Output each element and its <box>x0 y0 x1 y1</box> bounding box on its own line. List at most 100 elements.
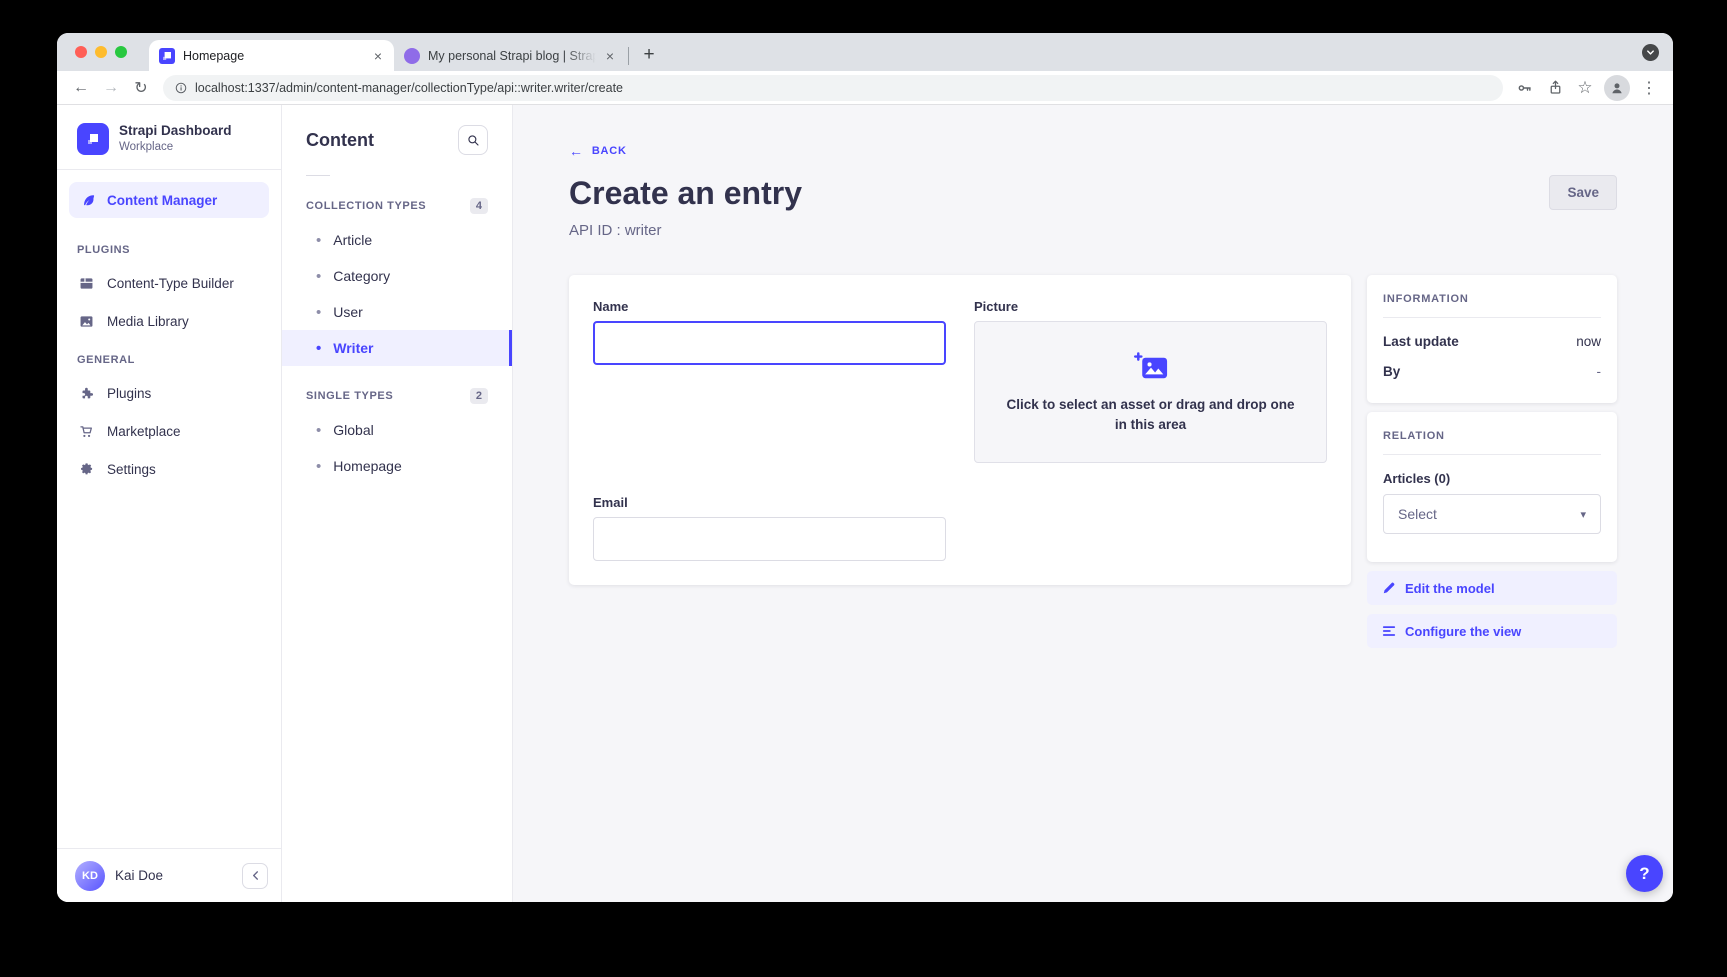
search-button[interactable] <box>458 125 488 155</box>
name-input[interactable] <box>593 321 946 365</box>
back-arrow-icon: ← <box>569 143 584 159</box>
chevron-left-icon <box>251 870 260 881</box>
group-label: COLLECTION TYPES <box>306 200 426 212</box>
browser-reload-button[interactable]: ↻ <box>127 74 155 102</box>
bullet-icon: • <box>316 458 321 475</box>
information-panel: INFORMATION Last update now By - <box>1367 275 1617 403</box>
window-controls <box>75 46 127 58</box>
help-button[interactable]: ? <box>1626 855 1663 892</box>
nav-item-homepage[interactable]: • Homepage <box>282 448 512 484</box>
row-value: - <box>1597 364 1602 379</box>
divider <box>57 169 281 170</box>
right-panel: INFORMATION Last update now By - RELATIO… <box>1367 275 1617 648</box>
content-nav-title: Content <box>306 130 374 151</box>
configure-lines-icon <box>1382 624 1396 638</box>
strapi-logo-icon[interactable] <box>77 123 109 155</box>
count-badge: 4 <box>470 198 488 214</box>
chevron-down-icon <box>1646 48 1655 57</box>
bullet-icon: • <box>316 422 321 439</box>
browser-profile-avatar[interactable] <box>1604 75 1630 101</box>
last-update-row: Last update now <box>1383 334 1601 349</box>
configure-view-button[interactable]: Configure the view <box>1367 614 1617 648</box>
collection-types-header: COLLECTION TYPES 4 <box>282 186 512 222</box>
bookmark-star-icon[interactable]: ☆ <box>1571 74 1599 102</box>
search-icon <box>466 133 481 148</box>
share-icon[interactable] <box>1541 74 1569 102</box>
nav-item-article[interactable]: • Article <box>282 222 512 258</box>
tab-title: My personal Strapi blog | Strap <box>428 49 596 63</box>
select-placeholder: Select <box>1398 506 1437 522</box>
close-tab-icon[interactable]: × <box>604 48 616 64</box>
tab-blog[interactable]: My personal Strapi blog | Strap × <box>394 40 626 71</box>
strapi-favicon-icon <box>159 48 175 64</box>
nav-item-label: User <box>333 304 363 320</box>
nav-item-user[interactable]: • User <box>282 294 512 330</box>
relation-title: RELATION <box>1383 430 1601 442</box>
sidebar-item-settings[interactable]: Settings <box>57 450 281 488</box>
edit-model-button[interactable]: Edit the model <box>1367 571 1617 605</box>
page-info-icon[interactable] <box>174 81 188 95</box>
divider <box>1383 317 1601 318</box>
minimize-window-button[interactable] <box>95 46 107 58</box>
strapi-admin: Strapi Dashboard Workplace Content Manag… <box>57 105 1673 902</box>
browser-menu-icon[interactable]: ⋮ <box>1635 74 1663 102</box>
back-label: BACK <box>592 145 627 157</box>
back-link[interactable]: ← BACK <box>569 143 627 159</box>
edit-model-label: Edit the model <box>1405 581 1495 596</box>
articles-select[interactable]: Select ▾ <box>1383 494 1601 534</box>
sidebar-item-media-library[interactable]: Media Library <box>57 302 281 340</box>
close-tab-icon[interactable]: × <box>372 48 384 64</box>
picture-dropzone[interactable]: Click to select an asset or drag and dro… <box>974 321 1327 463</box>
nav-item-global[interactable]: • Global <box>282 412 512 448</box>
puzzle-icon <box>77 384 95 402</box>
browser-forward-button[interactable]: → <box>97 74 125 102</box>
tab-homepage[interactable]: Homepage × <box>149 40 394 71</box>
name-field: Name <box>593 299 946 463</box>
sidebar-item-label: Plugins <box>107 386 151 401</box>
caret-down-icon: ▾ <box>1580 508 1586 521</box>
row-value: now <box>1576 334 1601 349</box>
bullet-icon: • <box>316 232 321 249</box>
api-id-subtitle: API ID : writer <box>569 222 802 239</box>
nav-item-label: Category <box>333 268 390 284</box>
tab-search-button[interactable] <box>1642 44 1659 61</box>
sidebar-item-content-manager[interactable]: Content Manager <box>69 182 269 218</box>
nav-item-writer[interactable]: • Writer <box>282 330 512 366</box>
relation-panel: RELATION Articles (0) Select ▾ <box>1367 412 1617 562</box>
bullet-icon: • <box>316 340 321 357</box>
email-input[interactable] <box>593 517 946 561</box>
password-key-icon[interactable] <box>1511 74 1539 102</box>
nav-item-label: Article <box>333 232 372 248</box>
user-name: Kai Doe <box>115 868 163 883</box>
image-icon <box>77 312 95 330</box>
sidebar-item-label: Marketplace <box>107 424 181 439</box>
user-row: KD Kai Doe <box>57 848 281 902</box>
feather-pen-icon <box>79 191 97 209</box>
sidebar-item-content-type-builder[interactable]: Content-Type Builder <box>57 264 281 302</box>
app-name: Strapi Dashboard <box>119 123 232 139</box>
sidebar-section-general: GENERAL <box>57 340 281 374</box>
group-label: SINGLE TYPES <box>306 390 393 402</box>
collapse-sidebar-button[interactable] <box>242 863 268 889</box>
zoom-window-button[interactable] <box>115 46 127 58</box>
name-label: Name <box>593 299 946 314</box>
picture-label: Picture <box>974 299 1327 314</box>
browser-back-button[interactable]: ← <box>67 74 95 102</box>
nav-item-category[interactable]: • Category <box>282 258 512 294</box>
page-title: Create an entry <box>569 175 802 212</box>
close-window-button[interactable] <box>75 46 87 58</box>
active-indicator <box>509 330 512 366</box>
pencil-icon <box>1382 581 1396 595</box>
user-avatar[interactable]: KD <box>75 861 105 891</box>
email-label: Email <box>593 495 946 510</box>
blog-favicon-icon <box>404 48 420 64</box>
sidebar-item-marketplace[interactable]: Marketplace <box>57 412 281 450</box>
url-bar[interactable]: localhost:1337/admin/content-manager/col… <box>163 75 1503 101</box>
new-tab-button[interactable]: + <box>635 41 663 69</box>
row-label: By <box>1383 364 1400 379</box>
save-button[interactable]: Save <box>1549 175 1617 210</box>
sidebar-item-label: Settings <box>107 462 156 477</box>
picture-hint: Click to select an asset or drag and dro… <box>1003 395 1298 434</box>
main-content: ← BACK Create an entry API ID : writer S… <box>513 105 1673 902</box>
sidebar-item-plugins[interactable]: Plugins <box>57 374 281 412</box>
